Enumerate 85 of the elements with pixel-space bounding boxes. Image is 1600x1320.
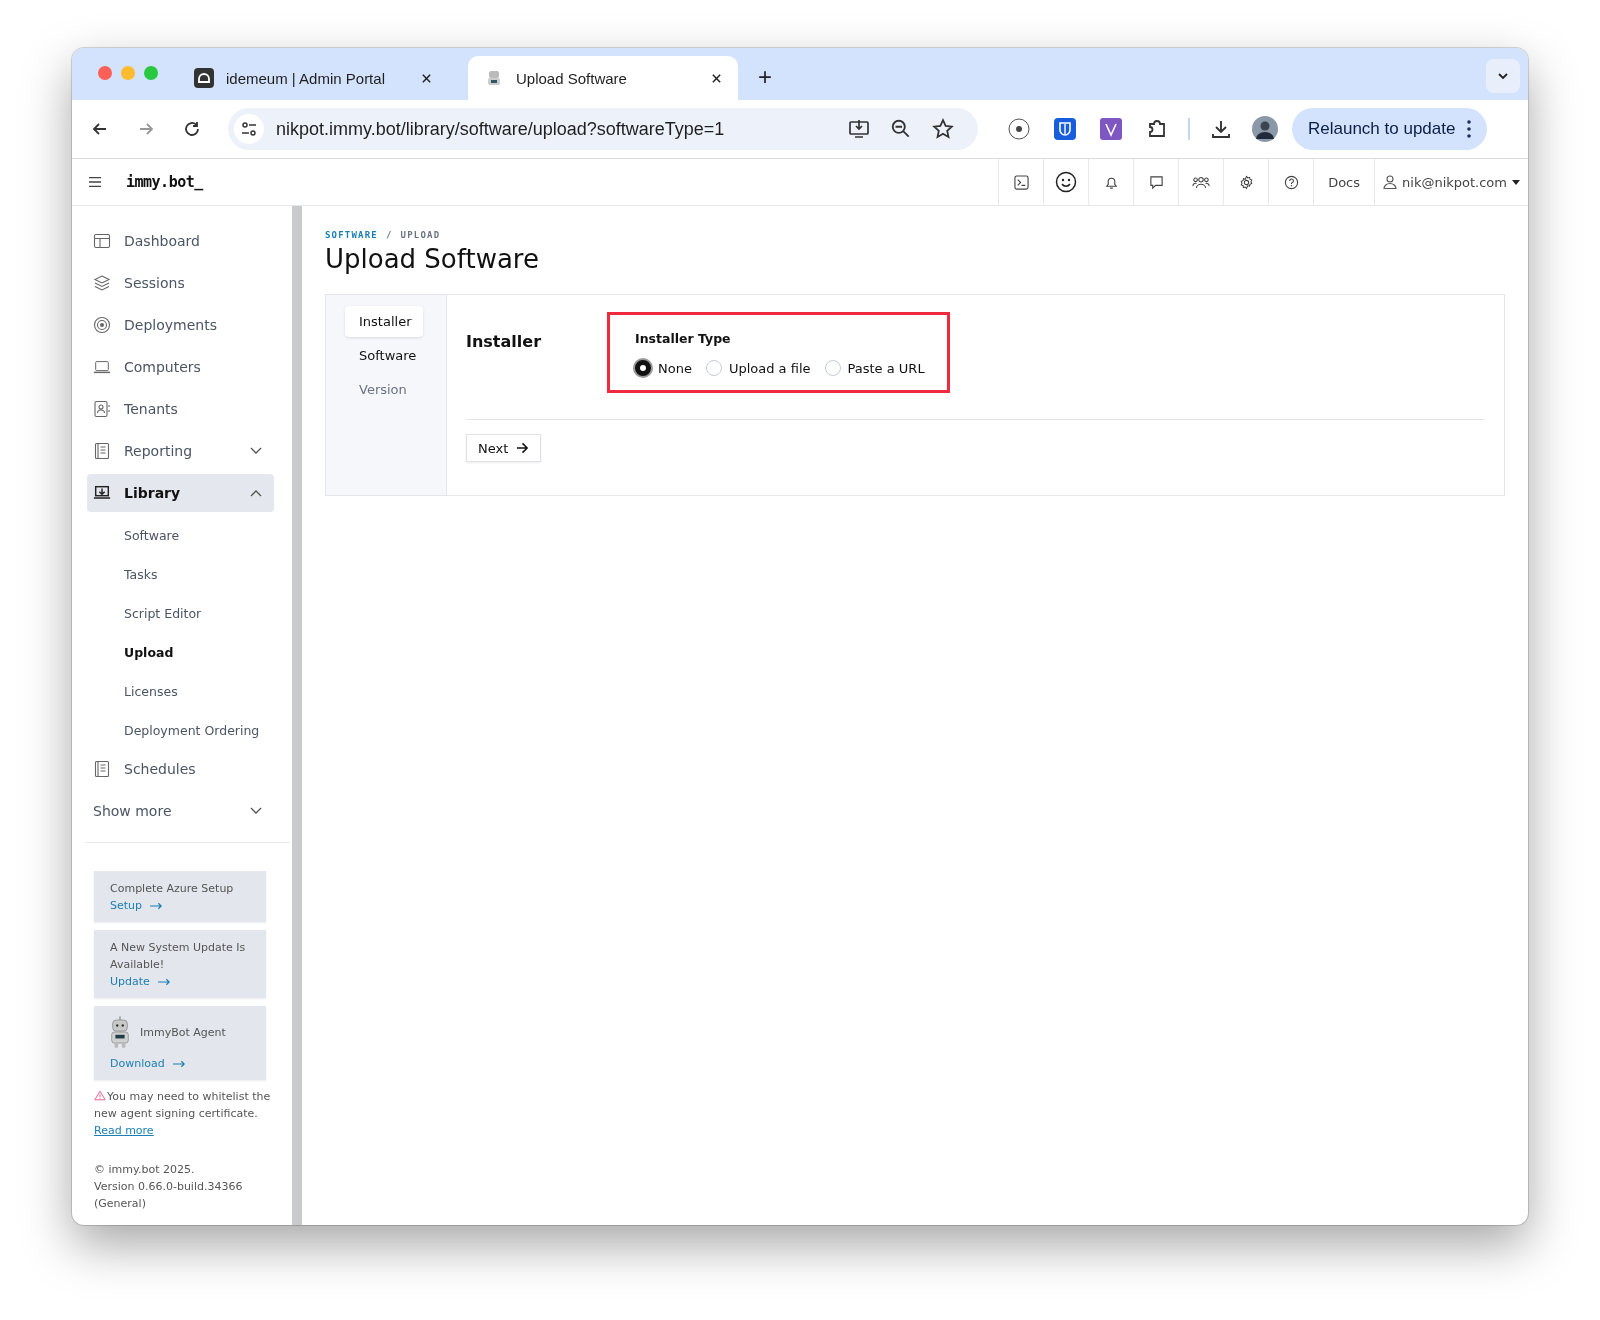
address-bar[interactable]: nikpot.immy.bot/library/software/upload?softwareType=1	[228, 108, 978, 150]
more-icon	[1467, 120, 1472, 138]
download-icon[interactable]	[1210, 118, 1232, 140]
breadcrumb-separator: /	[385, 230, 393, 240]
footer-text: Version 0.66.0-build.34366	[94, 1179, 244, 1195]
browser-tab[interactable]: idemeum | Admin Portal	[178, 56, 448, 100]
menu-icon[interactable]	[88, 176, 102, 188]
puzzle-icon[interactable]	[1146, 118, 1168, 140]
sidebar-subitem[interactable]: Licenses	[87, 672, 292, 711]
extension-icon[interactable]	[1008, 118, 1030, 140]
star-icon[interactable]	[932, 118, 954, 140]
site-icon	[194, 68, 214, 88]
arrow-right-icon	[516, 442, 530, 454]
close-icon[interactable]	[711, 72, 722, 84]
sidebar-subitem[interactable]: Deployment Ordering	[87, 711, 292, 750]
chevron-icon[interactable]	[250, 447, 262, 455]
contact-card-icon	[93, 400, 111, 418]
site-settings-icon[interactable]	[234, 114, 264, 144]
radio-option[interactable]: None	[635, 360, 692, 376]
warning-icon	[94, 1090, 106, 1101]
sidebar-item[interactable]: Reporting	[87, 432, 274, 470]
notice-link[interactable]: Update	[110, 973, 171, 990]
sidebar-subitem[interactable]: Software	[87, 516, 292, 555]
sidebar-subitem[interactable]: Tasks	[87, 555, 292, 594]
caret-icon	[1512, 179, 1520, 185]
sidebar-item[interactable]: Library	[87, 474, 274, 512]
user-icon	[1383, 175, 1398, 189]
docs-link[interactable]: Docs	[1313, 159, 1375, 205]
close-icon[interactable]	[421, 72, 432, 84]
user-menu[interactable]: nik@nikpot.com	[1374, 159, 1528, 205]
arrow-right-icon	[157, 977, 171, 986]
scrollbar[interactable]	[292, 206, 302, 1225]
notice-text: A New System Update Is Available!	[110, 940, 247, 973]
shield-icon[interactable]	[1054, 118, 1076, 140]
chevron-icon	[1497, 70, 1509, 82]
sidebar-subitem[interactable]: Script Editor	[87, 594, 292, 633]
sidebar-item[interactable]: Computers	[87, 348, 274, 386]
reload-icon[interactable]	[182, 119, 202, 139]
book-icon	[93, 760, 111, 778]
install-app-icon[interactable]	[848, 118, 870, 140]
sidebar-item[interactable]: Dashboard	[87, 222, 274, 260]
arrow-right-icon	[172, 1059, 186, 1068]
notice-link[interactable]: Download	[110, 1055, 186, 1072]
notice-text: Complete Azure Setup	[110, 881, 235, 897]
section-title: Installer	[466, 332, 543, 353]
sidebar-item[interactable]: Deployments	[87, 306, 274, 344]
relaunch-button[interactable]: Relaunch to update	[1292, 108, 1488, 150]
step-tab[interactable]: Installer	[345, 306, 423, 337]
chevron-icon[interactable]	[250, 489, 262, 497]
notice-link[interactable]: Setup	[110, 897, 164, 914]
extension-icon[interactable]	[1100, 118, 1122, 140]
layers-icon	[93, 274, 111, 292]
tab-search-button[interactable]	[1486, 59, 1520, 93]
new-tab-button[interactable]: +	[758, 63, 772, 91]
sidebar-item[interactable]: Schedules	[87, 750, 274, 788]
notice-text: ImmyBot Agent	[140, 1024, 226, 1041]
target-icon	[93, 316, 111, 334]
arrow-right-icon	[150, 901, 164, 910]
sidebar-subitem[interactable]: Upload	[87, 633, 292, 672]
laptop-icon	[93, 358, 111, 376]
radio-option[interactable]: Upload a file	[705, 360, 811, 376]
logo[interactable]: immy.bot_	[126, 173, 203, 191]
step-tab[interactable]: Software	[345, 340, 423, 371]
radio-button[interactable]	[635, 360, 651, 376]
chevron-icon[interactable]	[250, 807, 262, 815]
field-label: Installer Type	[635, 331, 732, 346]
dashboard-icon	[93, 232, 111, 250]
footer-text: (General)	[94, 1196, 147, 1212]
browser-tab[interactable]: Upload Software	[468, 56, 738, 100]
warning-text: You may need to whitelist the new agent signing certificate. Read more	[94, 1089, 272, 1139]
avatar[interactable]	[1252, 116, 1278, 142]
next-button[interactable]: Next	[466, 434, 542, 462]
zoom-out-icon[interactable]	[890, 118, 912, 140]
sidebar-item[interactable]: Sessions	[87, 264, 274, 302]
sidebar-item[interactable]: Show more	[87, 792, 274, 830]
radio-option[interactable]: Paste a URL	[824, 360, 925, 376]
sidebar-item[interactable]: Tenants	[87, 390, 274, 428]
read-more-link[interactable]: Read more	[94, 1124, 154, 1137]
download-tray-icon	[93, 484, 111, 502]
robot-icon	[108, 1015, 132, 1049]
breadcrumb-current: UPLOAD	[400, 230, 441, 240]
breadcrumb-link[interactable]: SOFTWARE	[325, 230, 378, 240]
footer-text: © immy.bot 2025.	[94, 1162, 196, 1178]
book-icon	[93, 442, 111, 460]
page-title: Upload Software	[325, 244, 540, 274]
